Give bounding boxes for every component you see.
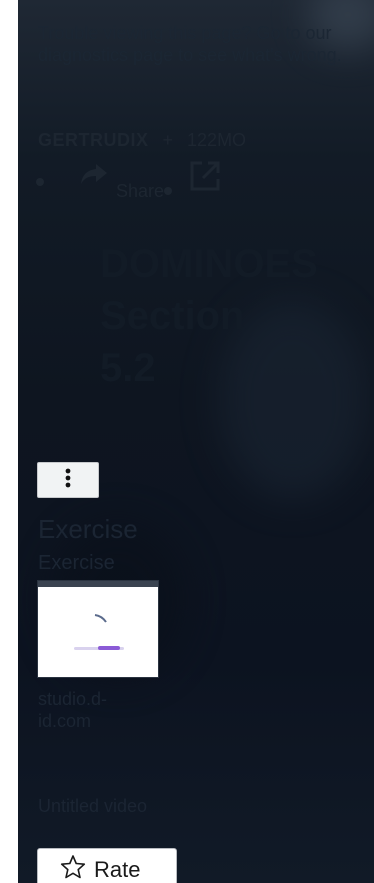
- diagnostics-banner: Trouble viewing this page? Go to our dia…: [38, 22, 358, 66]
- open-external-icon[interactable]: [188, 159, 222, 198]
- share-arrow-icon[interactable]: [80, 162, 108, 191]
- video-title[interactable]: Untitled video: [38, 794, 148, 818]
- action-row: Share: [36, 159, 222, 202]
- more-vertical-icon: [65, 468, 71, 493]
- share-label[interactable]: Share: [116, 181, 164, 202]
- plus-sign: +: [162, 130, 174, 150]
- progress-fill: [98, 646, 120, 650]
- title-line: Section: [100, 294, 245, 338]
- star-icon: [60, 854, 86, 883]
- size-count: 122MO: [187, 130, 247, 150]
- video-source[interactable]: studio.d-id.com: [38, 688, 148, 732]
- page: Trouble viewing this page? Go to our dia…: [0, 0, 374, 883]
- more-options-button[interactable]: [37, 462, 99, 498]
- loading-spinner-icon: [94, 614, 107, 623]
- rate-label: Rate: [94, 857, 141, 882]
- title-line: 5.2: [100, 346, 156, 390]
- title-line: DOMINOES: [100, 242, 318, 286]
- author-name[interactable]: GERTRUDIX: [38, 130, 149, 151]
- page-title: DOMINOES Section 5.2: [100, 238, 360, 394]
- rate-button[interactable]: Rate: [37, 848, 177, 883]
- section-heading: Exercise: [38, 514, 138, 544]
- list-bullet: [36, 178, 44, 186]
- video-thumbnail[interactable]: [37, 580, 159, 678]
- list-bullet: [164, 187, 173, 195]
- diagnostics-link[interactable]: Trouble viewing this page? Go to our dia…: [38, 23, 342, 65]
- author-row: GERTRUDIX + 122MO: [38, 130, 246, 151]
- thumbnail-top-bar: [38, 581, 158, 587]
- section-subheading: Exercise: [38, 552, 115, 574]
